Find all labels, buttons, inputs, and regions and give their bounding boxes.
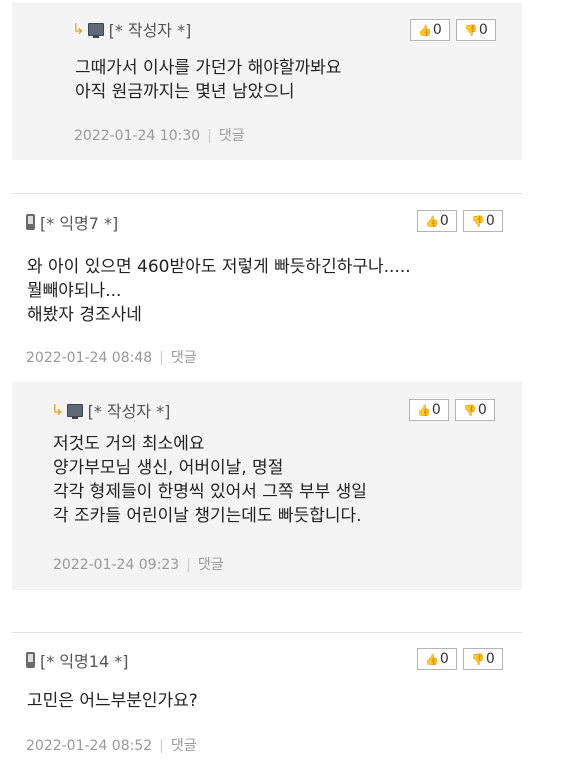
meta-divider: | — [186, 557, 191, 573]
comment-meta: 2022-01-24 08:48 | 댓글 — [26, 347, 197, 367]
thumbs-up-icon: 👍 — [425, 652, 439, 666]
comment-line: 양가부모님 생신, 어버이날, 명절 — [53, 458, 284, 478]
meta-divider: | — [159, 350, 164, 366]
comment-line: 각각 형제들이 한명씩 있어서 그쪽 부부 생일 — [53, 482, 367, 502]
vote-buttons: 👍 0 👎 0 — [417, 648, 503, 670]
reply-arrow-icon: ↳ — [72, 20, 85, 38]
comment-timestamp: 2022-01-24 10:30 — [74, 128, 201, 144]
thumbs-down-icon: 👎 — [471, 214, 485, 228]
reply-link[interactable]: 댓글 — [198, 557, 224, 573]
downvote-count: 0 — [478, 22, 488, 38]
comment-author-line: ↳ [* 작성자 *] — [51, 398, 170, 422]
upvote-count: 0 — [439, 213, 449, 229]
comment-line: 아직 원금까지는 몇년 남았으니 — [75, 82, 295, 102]
author-name: [* 작성자 *] — [87, 402, 171, 421]
thumbs-up-icon: 👍 — [425, 214, 439, 228]
author-name: [* 익명14 *] — [40, 652, 129, 671]
reply-link[interactable]: 댓글 — [171, 738, 197, 754]
downvote-button[interactable]: 👎 0 — [456, 19, 496, 41]
comment-author-line: [* 익명14 *] — [26, 648, 128, 672]
comment-line: 뭘빼야되나... — [27, 281, 122, 301]
author-name: [* 익명7 *] — [40, 214, 119, 233]
comment-line: 그때가서 이사를 가던가 해야할까봐요 — [75, 58, 342, 78]
upvote-count: 0 — [431, 402, 441, 418]
upvote-button[interactable]: 👍 0 — [417, 648, 457, 670]
thumbs-up-icon: 👍 — [417, 403, 431, 417]
meta-divider: | — [159, 738, 164, 754]
upvote-count: 0 — [432, 22, 442, 38]
comment-author-line: [* 익명7 *] — [26, 210, 118, 234]
comment-meta: 2022-01-24 08:52 | 댓글 — [26, 735, 197, 755]
downvote-count: 0 — [485, 651, 495, 667]
downvote-count: 0 — [485, 213, 495, 229]
comment-body: 그때가서 이사를 가던가 해야할까봐요 아직 원금까지는 몇년 남았으니 — [75, 56, 341, 104]
thumbs-up-icon: 👍 — [418, 23, 432, 37]
comment-body: 고민은 어느부분인가요? — [27, 689, 198, 713]
upvote-button[interactable]: 👍 0 — [409, 399, 449, 421]
downvote-count: 0 — [477, 402, 487, 418]
reply-link[interactable]: 댓글 — [171, 350, 197, 366]
reply-link[interactable]: 댓글 — [219, 128, 245, 144]
pc-icon — [66, 403, 83, 419]
comment-line: 각 조카들 어린이날 챙기는데도 빠듯합니다. — [53, 506, 362, 526]
reply-arrow-icon: ↳ — [51, 401, 64, 419]
mobile-icon — [26, 652, 35, 668]
comment-meta: 2022-01-24 09:23 | 댓글 — [53, 554, 224, 574]
meta-divider: | — [207, 128, 212, 144]
vote-buttons: 👍 0 👎 0 — [409, 399, 495, 421]
upvote-button[interactable]: 👍 0 — [410, 19, 450, 41]
upvote-count: 0 — [439, 651, 449, 667]
comment-line: 저것도 거의 최소에요 — [53, 434, 205, 454]
downvote-button[interactable]: 👎 0 — [455, 399, 495, 421]
comment-body: 저것도 거의 최소에요 양가부모님 생신, 어버이날, 명절 각각 형제들이 한… — [53, 432, 367, 528]
comment-timestamp: 2022-01-24 09:23 — [53, 557, 180, 573]
comment-line: 와 아이 있으면 460받아도 저렇게 빠듯하긴하구나..... — [27, 257, 411, 277]
downvote-button[interactable]: 👎 0 — [463, 648, 503, 670]
author-name: [* 작성자 *] — [108, 21, 192, 40]
mobile-icon — [26, 214, 35, 230]
thumbs-down-icon: 👎 — [464, 23, 478, 37]
thumbs-down-icon: 👎 — [463, 403, 477, 417]
comment-divider — [12, 632, 522, 633]
pc-icon — [87, 22, 104, 38]
comment-meta: 2022-01-24 10:30 | 댓글 — [74, 125, 245, 145]
comment-timestamp: 2022-01-24 08:52 — [26, 738, 153, 754]
thumbs-down-icon: 👎 — [471, 652, 485, 666]
vote-buttons: 👍 0 👎 0 — [410, 19, 496, 41]
comment-author-line: ↳ [* 작성자 *] — [72, 17, 191, 41]
vote-buttons: 👍 0 👎 0 — [417, 210, 503, 232]
comment-line: 고민은 어느부분인가요? — [27, 691, 198, 711]
comment-body: 와 아이 있으면 460받아도 저렇게 빠듯하긴하구나..... 뭘빼야되나..… — [27, 255, 411, 327]
comment-divider — [12, 193, 522, 194]
comment-timestamp: 2022-01-24 08:48 — [26, 350, 153, 366]
comment-line: 해봤자 경조사네 — [27, 305, 142, 325]
upvote-button[interactable]: 👍 0 — [417, 210, 457, 232]
downvote-button[interactable]: 👎 0 — [463, 210, 503, 232]
